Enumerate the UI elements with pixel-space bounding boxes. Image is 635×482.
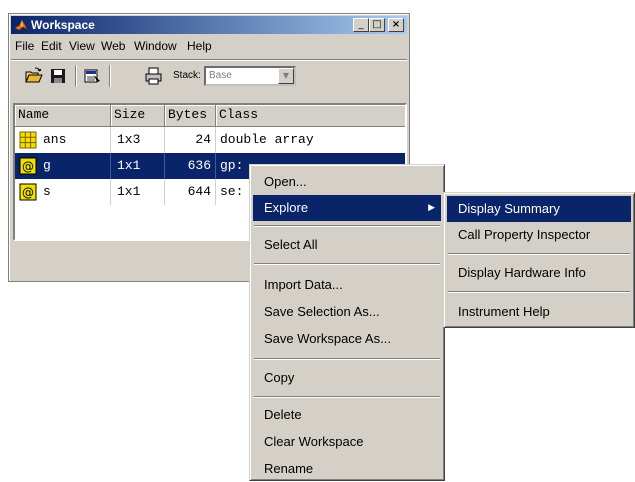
window-title: Workspace: [31, 18, 95, 32]
menu-item-display-summary[interactable]: Display Summary: [447, 196, 631, 222]
explore-submenu: Display Summary Call Property Inspector …: [443, 192, 635, 328]
print-icon[interactable]: [145, 67, 163, 85]
cell-bytes: 636: [165, 153, 216, 179]
stack-label: Stack:: [173, 70, 201, 81]
menu-item-delete[interactable]: Delete: [253, 402, 441, 428]
column-header-size[interactable]: Size: [111, 105, 165, 127]
menu-item-clear-workspace[interactable]: Clear Workspace: [253, 429, 441, 455]
import-data-icon[interactable]: [83, 67, 101, 85]
title-bar[interactable]: Workspace _ □ ×: [11, 16, 407, 34]
menu-window[interactable]: Window: [134, 39, 177, 53]
cell-size: 1x1: [111, 153, 165, 179]
cell-size: 1x1: [111, 179, 165, 205]
matlab-logo-icon: [14, 19, 28, 31]
submenu-arrow-icon: ▶: [428, 203, 435, 213]
dropdown-arrow-icon[interactable]: ▼: [278, 68, 294, 84]
menu-item-select-all[interactable]: Select All: [253, 232, 441, 258]
stack-dropdown[interactable]: Base ▼: [204, 66, 296, 86]
menu-item-open[interactable]: Open...: [253, 169, 441, 195]
cell-name: g: [15, 153, 111, 179]
menu-separator: [254, 263, 440, 265]
menu-item-explore[interactable]: Explore ▶: [253, 195, 441, 221]
column-header-class[interactable]: Class: [216, 105, 405, 127]
menu-file[interactable]: File: [15, 39, 34, 53]
table-header: Name Size Bytes Class: [15, 105, 405, 127]
toolbar-separator: [75, 65, 77, 87]
table-row[interactable]: ans 1x3 24 double array: [15, 127, 405, 153]
menu-help[interactable]: Help: [187, 39, 212, 53]
menu-view[interactable]: View: [69, 39, 95, 53]
cell-name: s: [15, 179, 111, 205]
menu-web[interactable]: Web: [101, 39, 125, 53]
menu-edit[interactable]: Edit: [41, 39, 62, 53]
menu-item-copy[interactable]: Copy: [253, 365, 441, 391]
toolbar: Stack: Base ▼: [11, 59, 407, 92]
context-menu: Open... Explore ▶ Select All Import Data…: [249, 164, 445, 481]
save-icon[interactable]: [49, 67, 67, 85]
menu-separator: [254, 396, 440, 398]
menu-item-save-selection[interactable]: Save Selection As...: [253, 299, 441, 325]
stack-value: Base: [209, 70, 232, 81]
open-icon[interactable]: [25, 67, 43, 85]
menu-item-save-workspace[interactable]: Save Workspace As...: [253, 326, 441, 352]
toolbar-separator: [109, 65, 111, 87]
close-button[interactable]: ×: [388, 18, 404, 32]
menu-item-import-data[interactable]: Import Data...: [253, 272, 441, 298]
menu-item-instrument-help[interactable]: Instrument Help: [447, 299, 631, 325]
menu-separator: [254, 225, 440, 227]
minimize-button[interactable]: _: [353, 18, 369, 32]
column-header-bytes[interactable]: Bytes: [165, 105, 216, 127]
maximize-button[interactable]: □: [369, 18, 385, 32]
menu-item-display-hardware-info[interactable]: Display Hardware Info: [447, 260, 631, 286]
cell-bytes: 24: [165, 127, 216, 153]
menu-item-label: Explore: [264, 200, 309, 215]
cell-class: double array: [216, 127, 405, 153]
menu-separator: [254, 358, 440, 360]
menu-item-call-property-inspector[interactable]: Call Property Inspector: [447, 222, 631, 248]
menu-separator: [448, 253, 630, 255]
menu-item-rename[interactable]: Rename: [253, 456, 441, 482]
menu-bar: File Edit View Web Window Help: [11, 36, 407, 56]
cell-bytes: 644: [165, 179, 216, 205]
menu-separator: [448, 291, 630, 293]
cell-name: ans: [15, 127, 111, 153]
cell-size: 1x3: [111, 127, 165, 153]
column-header-name[interactable]: Name: [15, 105, 111, 127]
